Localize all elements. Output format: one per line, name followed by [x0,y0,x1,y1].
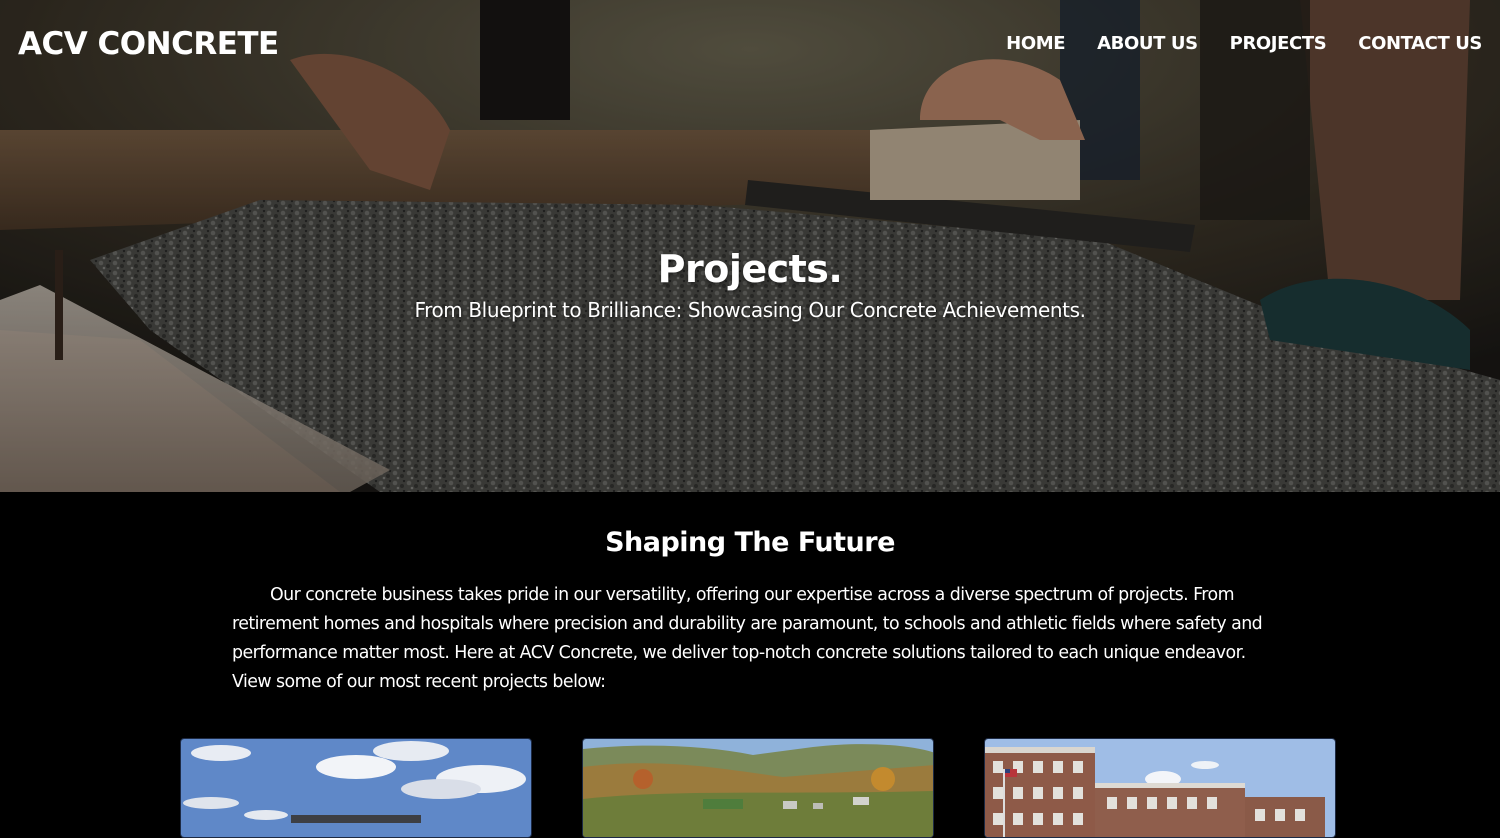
main-nav: HOME ABOUT US PROJECTS CONTACT US [1006,33,1482,54]
nav-home-link[interactable]: HOME [1006,33,1065,54]
section-intro-text: Our concrete business takes pride in our… [232,585,1263,692]
hero-banner: ACV CONCRETE HOME ABOUT US PROJECTS CONT… [0,0,1500,492]
project-image-valley [583,739,933,837]
nav-contact-us-link[interactable]: CONTACT US [1358,33,1482,54]
site-logo[interactable]: ACV CONCRETE [18,26,279,62]
project-card-3[interactable] [984,738,1336,838]
nav-projects-link[interactable]: PROJECTS [1230,33,1327,54]
section-heading: Shaping The Future [605,527,895,558]
hero-subtitle: From Blueprint to Brilliance: Showcasing… [414,298,1086,322]
project-card-2[interactable] [582,738,934,838]
project-image-building [181,739,531,837]
hero-title: Projects. [657,247,843,291]
hero-overlay [0,0,1500,492]
project-image-brick-building [985,739,1335,837]
nav-about-us-link[interactable]: ABOUT US [1097,33,1198,54]
project-card-1[interactable] [180,738,532,838]
